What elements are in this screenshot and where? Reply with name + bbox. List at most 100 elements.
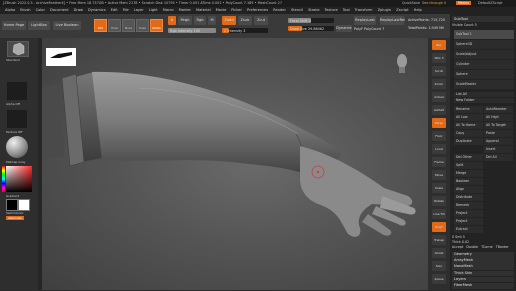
subtool-header[interactable]: SubTool — [452, 16, 514, 22]
hue-strip[interactable] — [2, 166, 5, 192]
shelf-actual-button[interactable]: Actual — [432, 92, 446, 102]
shelf-solo-button[interactable]: Solo — [432, 261, 446, 271]
menu-color[interactable]: Color — [36, 7, 45, 14]
section-nanomesh[interactable]: NanoMesh — [452, 264, 514, 270]
shelf-bpr-button[interactable]: Bpr — [432, 40, 446, 50]
menu-draw[interactable]: Draw — [74, 7, 83, 14]
zsub-button[interactable]: Zsub — [238, 16, 252, 25]
shelf-polyf-button[interactable]: PolyF — [432, 222, 446, 232]
section-geometry[interactable]: Geometry — [452, 252, 514, 258]
menu-picker[interactable]: Picker — [231, 7, 242, 14]
color-picker[interactable] — [6, 166, 32, 192]
menu-zplugin[interactable]: Zplugin — [378, 7, 392, 14]
menu-marker[interactable]: Marker — [179, 7, 191, 14]
boolean-button[interactable]: Boolean — [454, 178, 483, 185]
split-button[interactable]: Split — [454, 162, 483, 169]
menu-stencil[interactable]: Stencil — [291, 7, 303, 14]
switch-color-button[interactable]: SwitchColor — [6, 211, 24, 215]
shelf-local-button[interactable]: Local — [432, 144, 446, 154]
shelf-scale-button[interactable]: Scale — [432, 183, 446, 193]
m-button[interactable]: M — [208, 16, 216, 25]
rotate-button[interactable]: Rotate — [150, 19, 163, 32]
see-through-slider[interactable]: See-through 0 — [422, 1, 446, 5]
rename-button[interactable]: Rename — [454, 106, 483, 113]
material-sphere[interactable] — [6, 136, 28, 158]
menu-zscript[interactable]: Zscript — [396, 7, 408, 14]
shelf-spix-3-button[interactable]: SPix 3 — [432, 53, 446, 63]
mrgb-button[interactable]: Mrgb — [178, 16, 192, 25]
shelf-rotate-button[interactable]: Rotate — [432, 196, 446, 206]
align-button[interactable]: Align — [454, 186, 483, 193]
brush-thumbnail[interactable] — [7, 41, 29, 57]
shelf-xpose-button[interactable]: Xpose — [432, 274, 446, 284]
double-button[interactable]: Double — [466, 245, 478, 249]
live-boolean-button[interactable]: Live Boolean — [53, 21, 81, 30]
subtool-item[interactable]: Scale/Adjust — [454, 50, 514, 59]
copy-button[interactable]: Copy — [454, 130, 483, 137]
duplicate-button[interactable]: Duplicate — [454, 138, 483, 145]
a-button[interactable]: A — [168, 16, 176, 25]
menu-preferences[interactable]: Preferences — [247, 7, 268, 14]
section-fibermesh[interactable]: FiberMesh — [452, 283, 514, 289]
new-folder-button[interactable]: New Folder — [454, 98, 514, 103]
shelf-move-button[interactable]: Move — [432, 170, 446, 180]
alpha-slot[interactable] — [7, 82, 27, 100]
menu-transform[interactable]: Transform — [355, 7, 373, 14]
section-thick-skin[interactable]: Thick Skin — [452, 270, 514, 277]
shelf-floor-button[interactable]: Floor — [432, 131, 446, 141]
visible-count-slider[interactable]: Visible Count 5 — [452, 23, 514, 28]
primary-color-swatch[interactable] — [6, 199, 18, 211]
section-layers[interactable]: Layers — [452, 276, 514, 283]
menu-edit[interactable]: Edit — [111, 7, 118, 14]
project-basrelief-button[interactable]: Project BasRelief — [454, 218, 483, 230]
menu-stroke[interactable]: Stroke — [308, 7, 319, 14]
shelf-ghost-button[interactable]: Ghost — [432, 248, 446, 258]
menu-file[interactable]: File — [123, 7, 129, 14]
zcut-button[interactable]: Zcut — [254, 16, 268, 25]
secondary-color-swatch[interactable] — [18, 199, 30, 211]
navigation-head-icon[interactable] — [394, 52, 410, 74]
menu-brush[interactable]: Brush — [20, 7, 30, 14]
shelf-frame-button[interactable]: Frame — [432, 157, 446, 167]
subtool-item[interactable]: SubTool 1 — [454, 30, 514, 39]
dynamic-button[interactable]: Dynamic — [336, 25, 352, 32]
lightbox-button[interactable]: LightBox — [28, 21, 50, 30]
all-low-button[interactable]: All Low — [454, 114, 483, 121]
append-button[interactable]: Append — [484, 138, 513, 145]
menu-dynamics[interactable]: Dynamics — [88, 7, 106, 14]
menu-alpha[interactable]: Alpha — [5, 7, 15, 14]
shelf-zoom-button[interactable]: Zoom — [432, 79, 446, 89]
texture-slot[interactable] — [7, 110, 27, 128]
all-high-button[interactable]: All High — [484, 114, 513, 121]
subtool-item[interactable]: Sphere3D — [454, 40, 514, 49]
subtool-item[interactable]: Cylinder — [454, 60, 514, 69]
insert-button[interactable]: Insert — [484, 146, 513, 153]
edit-button[interactable]: Edit — [94, 19, 107, 32]
accept-button[interactable]: Accept — [452, 245, 463, 249]
replay-last-button[interactable]: ReplayLast — [354, 16, 376, 25]
menu-render[interactable]: Render — [273, 7, 286, 14]
shelf-line-fill-button[interactable]: Line Fill — [432, 209, 446, 219]
canvas-viewport[interactable] — [42, 38, 428, 290]
scale-button[interactable]: Scale — [136, 19, 149, 32]
menu-tool[interactable]: Tool — [343, 7, 350, 14]
menu-help[interactable]: Help — [414, 7, 422, 14]
section-arraymesh[interactable]: ArrayMesh — [452, 258, 514, 264]
alternate-button[interactable]: Alternate — [6, 216, 24, 220]
shelf-scroll-button[interactable]: Scroll — [432, 66, 446, 76]
distribute-button[interactable]: Distribute — [454, 194, 483, 201]
paste-button[interactable]: Paste — [484, 130, 513, 137]
menu-document[interactable]: Document — [50, 7, 69, 14]
draw-button[interactable]: Draw — [108, 19, 121, 32]
menu-movie[interactable]: Movie — [216, 7, 227, 14]
list-all-button[interactable]: List All — [454, 92, 514, 97]
home-page-button[interactable]: Home Page — [2, 21, 26, 30]
replay-last-rel-button[interactable]: ReplayLastRel — [380, 16, 405, 25]
menu-light[interactable]: Light — [149, 7, 158, 14]
remesh-button[interactable]: Remesh — [454, 202, 483, 209]
tcorner-button[interactable]: TCorne — [481, 245, 493, 249]
project-button[interactable]: Project — [454, 210, 483, 217]
shelf-aahalf-button[interactable]: AAHalf — [432, 105, 446, 115]
rgb-button[interactable]: Rgb — [194, 16, 206, 25]
autoreorder-button[interactable]: AutoReorder — [484, 106, 513, 113]
